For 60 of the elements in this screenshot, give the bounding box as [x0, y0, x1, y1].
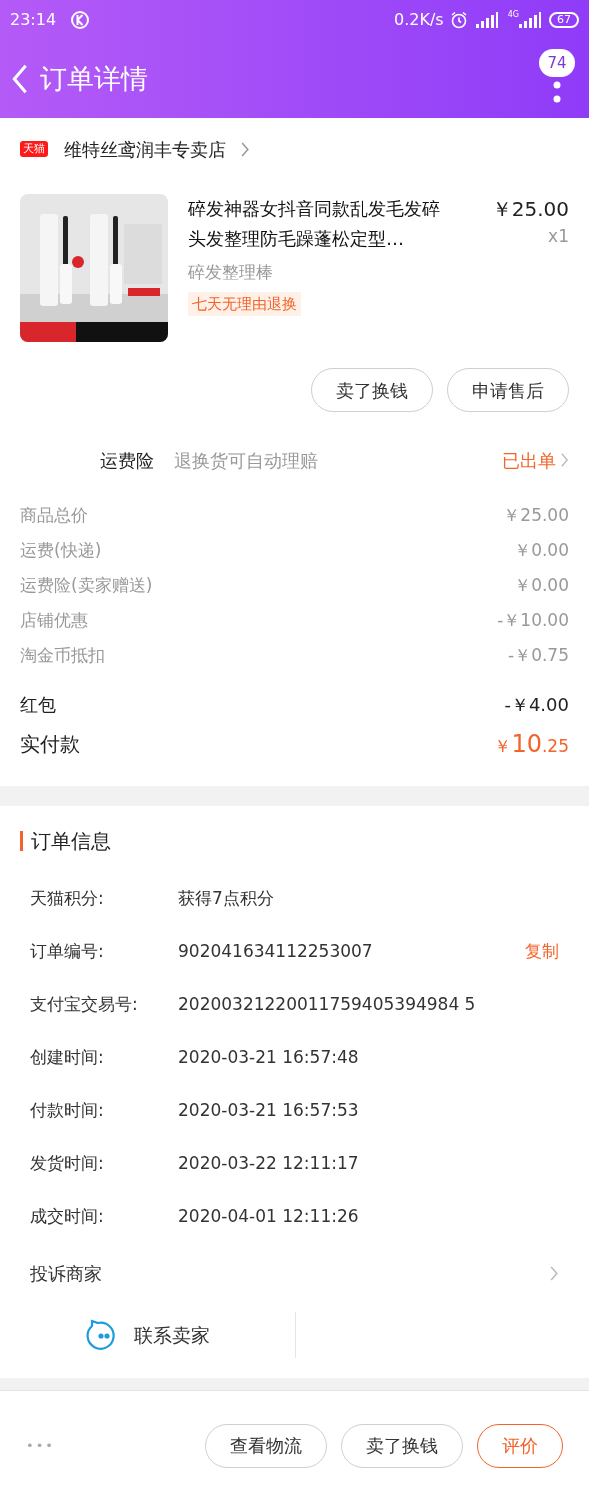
service-tag: 七天无理由退换 — [188, 291, 301, 316]
product-sku: 碎发整理棒 — [188, 261, 274, 284]
insurance-description: 退换货可自动理赔 — [174, 448, 318, 473]
price-value: -￥0.75 — [508, 643, 569, 667]
info-value: 20200321220011759405394984 5 — [178, 993, 477, 1016]
battery-level: 67 — [549, 12, 579, 28]
info-label: 支付宝交易号: — [30, 993, 139, 1016]
item-action-button[interactable]: 申请售后 — [447, 368, 569, 412]
info-value: 2020-03-22 12:11:17 — [178, 1152, 360, 1175]
complaint-link[interactable]: 投诉商家 — [30, 1260, 102, 1287]
chevron-icon — [560, 452, 569, 468]
bottom-action-button[interactable]: 卖了换钱 — [341, 1423, 463, 1468]
page-title: 订单详情 — [40, 61, 148, 96]
info-value: 2020-04-01 12:11:26 — [178, 1205, 360, 1228]
bonus-label: 红包 — [20, 693, 56, 717]
price-value: ￥0.00 — [514, 573, 569, 597]
store-name[interactable]: 维特丝鸢润丰专卖店 — [64, 135, 226, 163]
price-label: 淘金币抵扣 — [20, 643, 105, 667]
info-label: 订单编号: — [30, 940, 105, 963]
bottom-action-button[interactable]: 查看物流 — [205, 1423, 327, 1468]
chevron-icon — [240, 140, 250, 158]
info-label: 付款时间: — [30, 1099, 105, 1122]
alarm-icon — [449, 11, 468, 29]
section-title: 订单信息 — [31, 828, 111, 855]
status-time: 23:14 — [10, 9, 57, 31]
insurance-label: 运费险 — [100, 448, 154, 473]
product-title[interactable]: 碎发神器女抖音同款乱发毛发碎头发整理防毛躁蓬松定型… — [188, 194, 450, 254]
bonus-value: -￥4.00 — [504, 693, 569, 717]
price-label: 店铺优惠 — [20, 608, 88, 632]
chat-face-icon[interactable] — [85, 1319, 118, 1351]
back-icon — [10, 62, 30, 96]
chevron-icon — [549, 1265, 559, 1282]
price-value: ￥0.00 — [514, 538, 569, 562]
signal-icon — [519, 12, 541, 28]
info-value: 获得7点积分 — [178, 887, 275, 910]
price-value: -￥10.00 — [497, 608, 569, 632]
item-action-button[interactable]: 卖了换钱 — [311, 368, 433, 412]
price-label: 商品总价 — [20, 503, 88, 527]
info-label: 创建时间: — [30, 1046, 105, 1069]
product-quantity: x1 — [548, 225, 569, 248]
info-label: 发货时间: — [30, 1152, 105, 1175]
info-label: 成交时间: — [30, 1205, 105, 1228]
info-value: 902041634112253007 — [178, 940, 374, 963]
price-label: 运费(快递) — [20, 538, 102, 562]
price-label: 运费险(卖家赠送) — [20, 573, 153, 597]
store-tag: 天猫 — [20, 140, 48, 158]
more-icon[interactable] — [553, 81, 561, 103]
contact-seller-link[interactable]: 联系卖家 — [133, 1320, 210, 1350]
info-value: 2020-03-21 16:57:48 — [178, 1046, 360, 1069]
info-label: 天猫积分: — [30, 887, 105, 910]
network-speed: 0.2K/s — [394, 9, 444, 31]
message-count-badge: 74 — [539, 49, 575, 77]
signal-icon — [475, 12, 498, 28]
info-value: 2020-03-21 16:57:53 — [178, 1099, 360, 1122]
price-value: ￥25.00 — [503, 503, 569, 527]
product-price: ￥25.00 — [491, 196, 569, 223]
network-type: 4G — [507, 9, 519, 21]
app-notification-icon — [70, 10, 91, 30]
paid-amount: ￥10.25 — [494, 729, 569, 760]
paid-label: 实付款 — [20, 731, 80, 758]
